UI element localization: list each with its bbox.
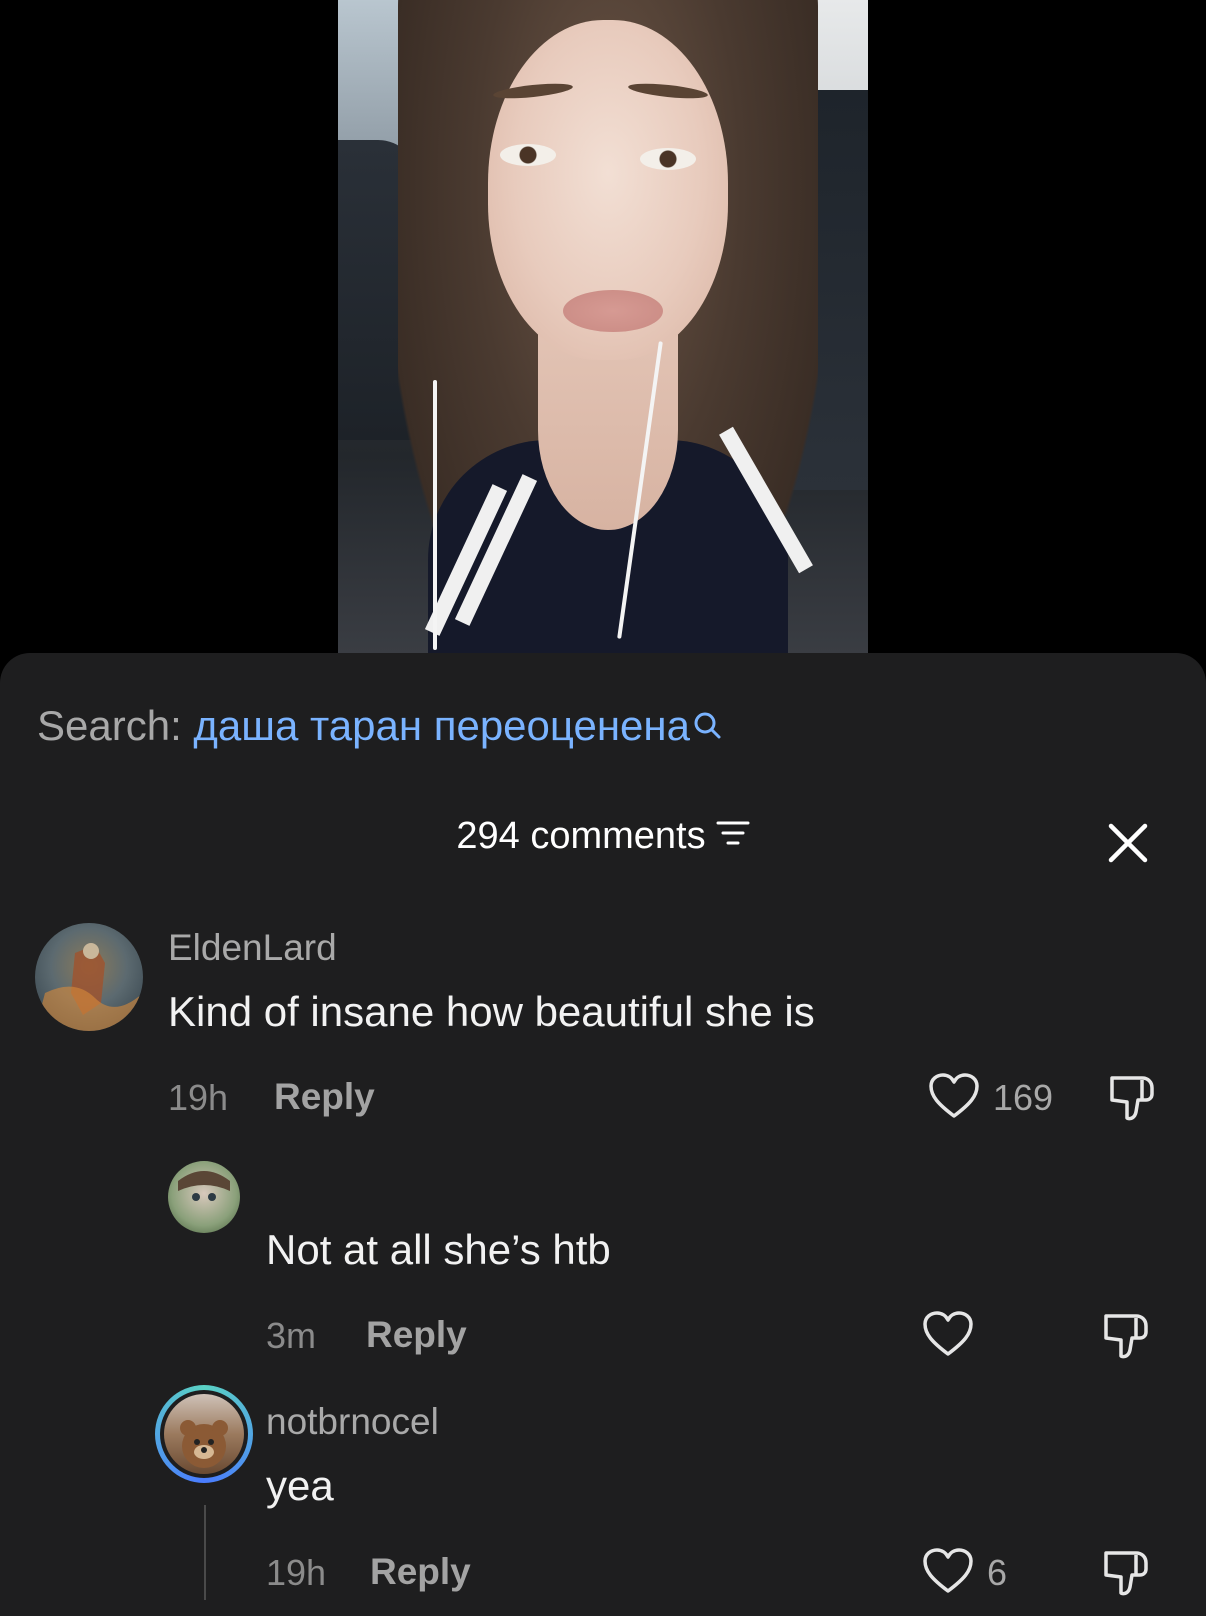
like-count: 169	[993, 1077, 1054, 1118]
comment-time: 19h	[168, 1077, 229, 1118]
heart-icon[interactable]	[922, 1547, 974, 1600]
comment-username[interactable]: EldenLard	[168, 926, 337, 970]
search-suggestion[interactable]: Search: даша таран переоценена	[37, 698, 722, 754]
comment-text: Kind of insane how beautiful she is	[168, 988, 815, 1035]
reply-button[interactable]: Reply	[370, 1550, 471, 1594]
search-icon[interactable]	[692, 698, 722, 754]
thumbs-down-icon[interactable]	[1106, 1072, 1160, 1129]
eye	[500, 144, 556, 166]
thumbs-down-icon[interactable]	[1100, 1547, 1154, 1604]
search-prefix: Search:	[37, 702, 182, 749]
comment-time: 3m	[266, 1315, 317, 1356]
video-player[interactable]	[338, 0, 868, 653]
avatar	[164, 1394, 244, 1474]
comment-text: yea	[266, 1462, 334, 1509]
thread-line	[204, 1505, 206, 1600]
heart-icon[interactable]	[922, 1310, 974, 1363]
comment-username[interactable]: notbrnocel	[266, 1400, 439, 1444]
lips	[563, 290, 663, 332]
comments-count: 294 comments	[456, 815, 706, 857]
comment-text: Not at all she’s htb	[266, 1226, 611, 1273]
filter-icon[interactable]	[716, 811, 750, 859]
reply-button[interactable]: Reply	[366, 1313, 467, 1357]
avatar[interactable]	[168, 1161, 240, 1233]
earbud-cable	[433, 380, 437, 650]
search-term[interactable]: даша таран переоценена	[193, 702, 690, 749]
comments-header: 294 comments	[0, 812, 1206, 860]
close-icon[interactable]	[1105, 820, 1151, 866]
like-count: 6	[987, 1552, 1008, 1593]
avatar[interactable]	[35, 923, 143, 1031]
reply-button[interactable]: Reply	[274, 1075, 375, 1119]
thumbs-down-icon[interactable]	[1100, 1310, 1154, 1367]
comment-time: 19h	[266, 1552, 327, 1593]
heart-icon[interactable]	[928, 1072, 980, 1125]
avatar-story-ring[interactable]	[155, 1385, 253, 1483]
eye	[640, 148, 696, 170]
